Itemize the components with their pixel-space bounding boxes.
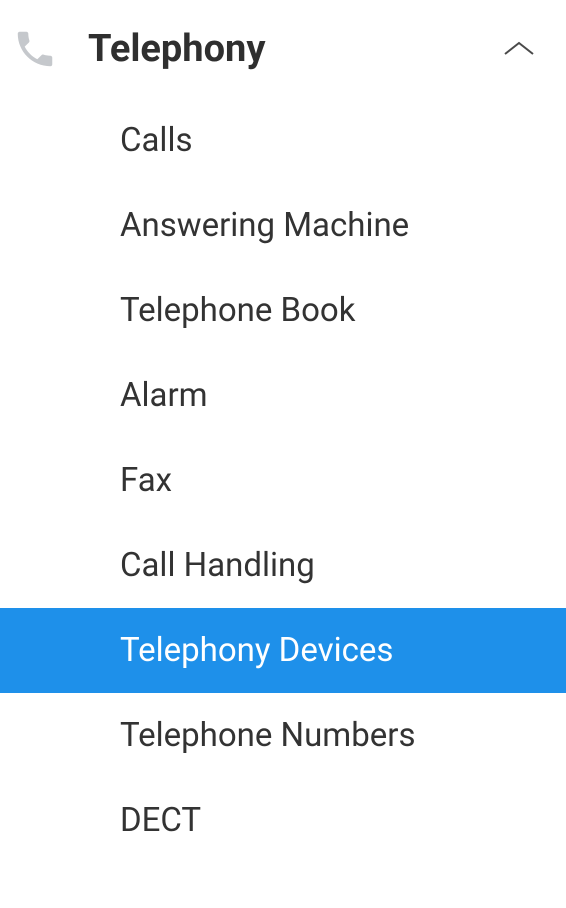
nav-item-telephony-devices[interactable]: Telephony Devices <box>0 608 566 693</box>
nav-item-telephone-book[interactable]: Telephone Book <box>0 268 566 353</box>
nav-item-answering-machine[interactable]: Answering Machine <box>0 183 566 268</box>
phone-icon <box>10 24 60 74</box>
nav-title: Telephony <box>88 27 502 71</box>
nav-item-alarm[interactable]: Alarm <box>0 353 566 438</box>
chevron-up-icon <box>502 39 536 59</box>
nav-item-fax[interactable]: Fax <box>0 438 566 523</box>
nav-item-dect[interactable]: DECT <box>0 778 566 863</box>
nav-items-list: Calls Answering Machine Telephone Book A… <box>0 98 566 863</box>
nav-item-telephone-numbers[interactable]: Telephone Numbers <box>0 693 566 778</box>
nav-header-telephony[interactable]: Telephony <box>0 0 566 98</box>
nav-item-calls[interactable]: Calls <box>0 98 566 183</box>
nav-item-call-handling[interactable]: Call Handling <box>0 523 566 608</box>
